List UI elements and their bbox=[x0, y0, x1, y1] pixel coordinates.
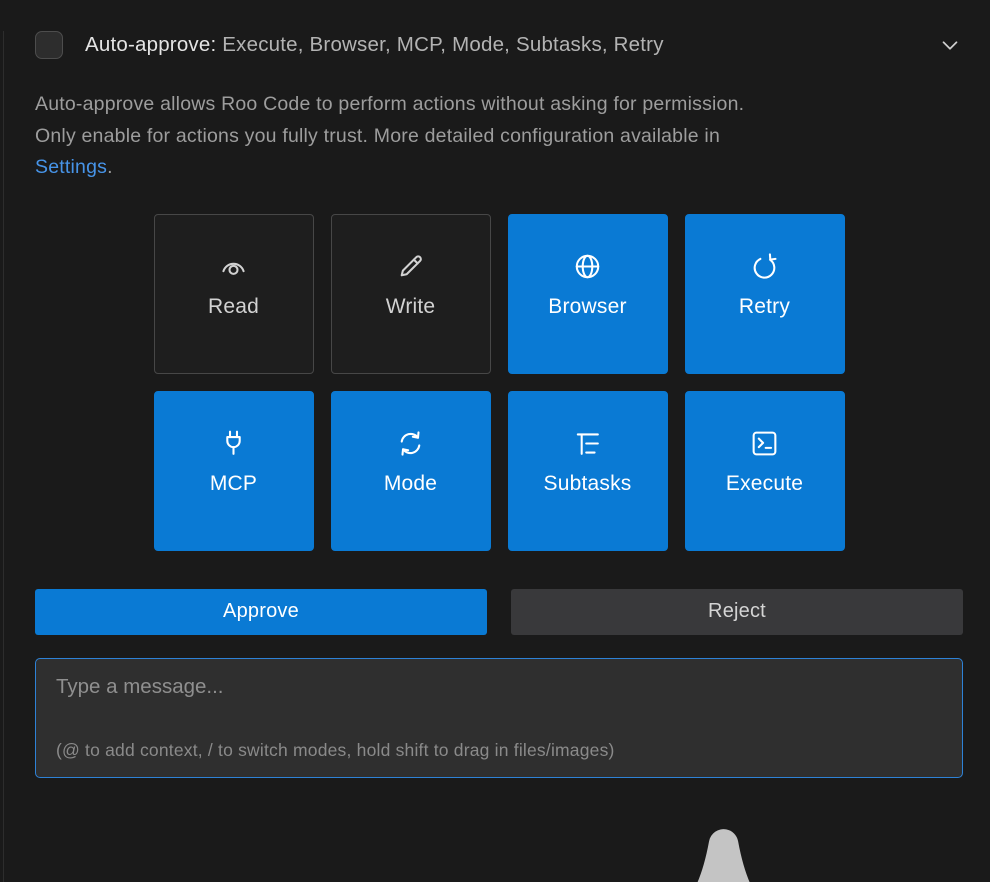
approve-button[interactable]: Approve bbox=[35, 589, 487, 635]
refresh-icon bbox=[749, 251, 780, 282]
auto-approve-panel: Auto-approve: Execute, Browser, MCP, Mod… bbox=[0, 31, 990, 882]
toggle-label: MCP bbox=[210, 472, 257, 496]
settings-link[interactable]: Settings bbox=[35, 156, 107, 178]
toggle-mcp[interactable]: MCP bbox=[154, 391, 314, 551]
footer-icon-group bbox=[520, 807, 963, 882]
eye-icon bbox=[218, 251, 249, 282]
globe-icon bbox=[572, 251, 603, 282]
composer-hint: (@ to add context, / to switch modes, ho… bbox=[56, 740, 942, 761]
description-line-1: Auto-approve allows Roo Code to perform … bbox=[35, 89, 963, 121]
toggle-retry[interactable]: Retry bbox=[685, 214, 845, 374]
auto-approve-label: Auto-approve: bbox=[85, 33, 216, 56]
toggle-label: Read bbox=[208, 295, 259, 319]
chevron-down-icon[interactable] bbox=[937, 32, 963, 58]
toggle-read[interactable]: Read bbox=[154, 214, 314, 374]
reject-button[interactable]: Reject bbox=[511, 589, 963, 635]
description-suffix: . bbox=[107, 156, 113, 178]
toggle-label: Browser bbox=[548, 295, 626, 319]
toggle-mode[interactable]: Mode bbox=[331, 391, 491, 551]
toggle-browser[interactable]: Browser bbox=[508, 214, 668, 374]
toggle-label: Retry bbox=[739, 295, 790, 319]
message-composer[interactable]: (@ to add context, / to switch modes, ho… bbox=[35, 658, 963, 778]
toggle-label: Mode bbox=[384, 472, 437, 496]
toggle-execute[interactable]: Execute bbox=[685, 391, 845, 551]
toggle-write[interactable]: Write bbox=[331, 214, 491, 374]
terminal-icon bbox=[749, 428, 780, 459]
toggle-label: Execute bbox=[726, 472, 803, 496]
composer-footer: Documentation Writer OR - Gemini 2.5 bbox=[35, 807, 963, 882]
auto-approve-summary: Execute, Browser, MCP, Mode, Subtasks, R… bbox=[216, 33, 663, 56]
auto-approve-description: Auto-approve allows Roo Code to perform … bbox=[35, 89, 963, 184]
auto-approve-checkbox[interactable] bbox=[35, 31, 63, 59]
message-input[interactable] bbox=[56, 675, 942, 705]
plug-icon bbox=[218, 428, 249, 459]
description-line-2: Only enable for actions you fully trust.… bbox=[35, 121, 963, 153]
auto-approve-toggle-grid: Read Write Browser Retry MCP Mode Subtasks Exec… bbox=[35, 214, 963, 551]
toggle-label: Write bbox=[386, 295, 436, 319]
panel-left-divider bbox=[3, 31, 4, 882]
action-buttons: Approve Reject bbox=[35, 589, 963, 635]
auto-approve-title: Auto-approve: Execute, Browser, MCP, Mod… bbox=[85, 33, 664, 57]
toggle-label: Subtasks bbox=[544, 472, 632, 496]
pencil-icon bbox=[395, 251, 426, 282]
sync-icon bbox=[395, 428, 426, 459]
auto-approve-header: Auto-approve: Execute, Browser, MCP, Mod… bbox=[35, 31, 963, 59]
description-line-3: Settings. bbox=[35, 152, 963, 184]
toggle-subtasks[interactable]: Subtasks bbox=[508, 391, 668, 551]
list-tree-icon bbox=[572, 428, 603, 459]
